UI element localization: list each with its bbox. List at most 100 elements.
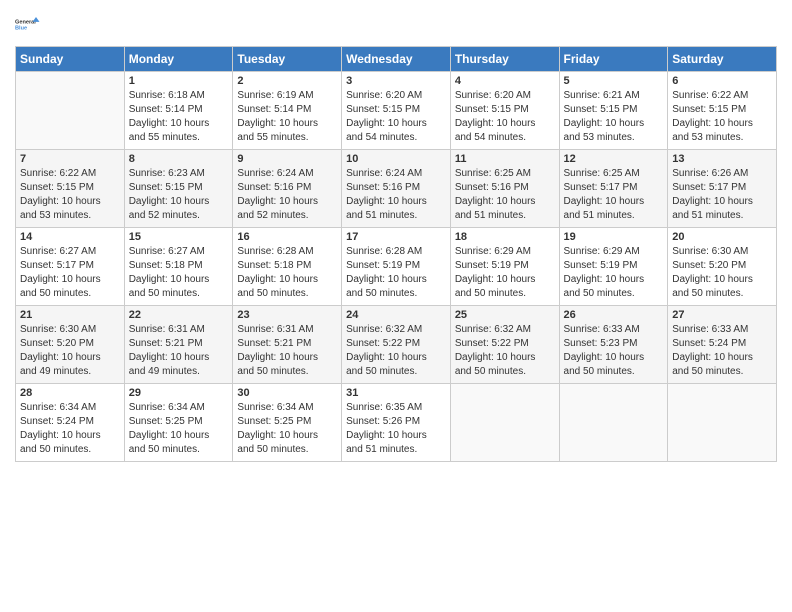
sunrise: Sunrise: 6:29 AM <box>564 246 640 257</box>
day-info: Sunrise: 6:25 AM Sunset: 5:16 PM Dayligh… <box>455 167 555 223</box>
day-number: 29 <box>129 387 229 399</box>
calendar-row: 7 Sunrise: 6:22 AM Sunset: 5:15 PM Dayli… <box>16 150 777 228</box>
day-number: 1 <box>129 75 229 87</box>
day-number: 25 <box>455 309 555 321</box>
day-info: Sunrise: 6:27 AM Sunset: 5:18 PM Dayligh… <box>129 245 229 301</box>
calendar-cell <box>16 72 125 150</box>
sunset: Sunset: 5:17 PM <box>672 182 746 193</box>
sunset: Sunset: 5:17 PM <box>564 182 638 193</box>
calendar-cell: 17 Sunrise: 6:28 AM Sunset: 5:19 PM Dayl… <box>342 228 451 306</box>
day-info: Sunrise: 6:22 AM Sunset: 5:15 PM Dayligh… <box>672 89 772 145</box>
daylight: Daylight: 10 hours and 52 minutes. <box>129 196 210 221</box>
calendar-page: GeneralBlue SundayMondayTuesdayWednesday… <box>0 0 792 612</box>
sunset: Sunset: 5:22 PM <box>455 338 529 349</box>
sunset: Sunset: 5:16 PM <box>237 182 311 193</box>
sunrise: Sunrise: 6:20 AM <box>455 90 531 101</box>
calendar-cell: 13 Sunrise: 6:26 AM Sunset: 5:17 PM Dayl… <box>668 150 777 228</box>
day-number: 8 <box>129 153 229 165</box>
daylight: Daylight: 10 hours and 50 minutes. <box>346 274 427 299</box>
daylight: Daylight: 10 hours and 54 minutes. <box>346 118 427 143</box>
day-info: Sunrise: 6:29 AM Sunset: 5:19 PM Dayligh… <box>455 245 555 301</box>
day-info: Sunrise: 6:20 AM Sunset: 5:15 PM Dayligh… <box>346 89 446 145</box>
day-info: Sunrise: 6:22 AM Sunset: 5:15 PM Dayligh… <box>20 167 120 223</box>
daylight: Daylight: 10 hours and 55 minutes. <box>237 118 318 143</box>
day-info: Sunrise: 6:23 AM Sunset: 5:15 PM Dayligh… <box>129 167 229 223</box>
calendar-cell: 8 Sunrise: 6:23 AM Sunset: 5:15 PM Dayli… <box>124 150 233 228</box>
calendar-cell: 20 Sunrise: 6:30 AM Sunset: 5:20 PM Dayl… <box>668 228 777 306</box>
day-number: 17 <box>346 231 446 243</box>
weekday-header: Sunday <box>16 47 125 72</box>
day-number: 21 <box>20 309 120 321</box>
sunset: Sunset: 5:18 PM <box>129 260 203 271</box>
header-row: SundayMondayTuesdayWednesdayThursdayFrid… <box>16 47 777 72</box>
sunset: Sunset: 5:16 PM <box>455 182 529 193</box>
daylight: Daylight: 10 hours and 51 minutes. <box>346 196 427 221</box>
calendar-cell: 5 Sunrise: 6:21 AM Sunset: 5:15 PM Dayli… <box>559 72 668 150</box>
day-info: Sunrise: 6:33 AM Sunset: 5:24 PM Dayligh… <box>672 323 772 379</box>
daylight: Daylight: 10 hours and 54 minutes. <box>455 118 536 143</box>
day-info: Sunrise: 6:30 AM Sunset: 5:20 PM Dayligh… <box>20 323 120 379</box>
day-info: Sunrise: 6:25 AM Sunset: 5:17 PM Dayligh… <box>564 167 664 223</box>
sunrise: Sunrise: 6:29 AM <box>455 246 531 257</box>
daylight: Daylight: 10 hours and 53 minutes. <box>564 118 645 143</box>
weekday-header: Monday <box>124 47 233 72</box>
calendar-cell: 14 Sunrise: 6:27 AM Sunset: 5:17 PM Dayl… <box>16 228 125 306</box>
calendar-cell: 24 Sunrise: 6:32 AM Sunset: 5:22 PM Dayl… <box>342 306 451 384</box>
calendar-table: SundayMondayTuesdayWednesdayThursdayFrid… <box>15 46 777 462</box>
day-number: 26 <box>564 309 664 321</box>
daylight: Daylight: 10 hours and 53 minutes. <box>20 196 101 221</box>
day-number: 12 <box>564 153 664 165</box>
daylight: Daylight: 10 hours and 55 minutes. <box>129 118 210 143</box>
sunset: Sunset: 5:21 PM <box>237 338 311 349</box>
weekday-header: Friday <box>559 47 668 72</box>
weekday-header: Thursday <box>450 47 559 72</box>
sunset: Sunset: 5:15 PM <box>129 182 203 193</box>
day-info: Sunrise: 6:20 AM Sunset: 5:15 PM Dayligh… <box>455 89 555 145</box>
sunrise: Sunrise: 6:34 AM <box>129 402 205 413</box>
sunset: Sunset: 5:21 PM <box>129 338 203 349</box>
calendar-cell: 25 Sunrise: 6:32 AM Sunset: 5:22 PM Dayl… <box>450 306 559 384</box>
calendar-cell: 22 Sunrise: 6:31 AM Sunset: 5:21 PM Dayl… <box>124 306 233 384</box>
sunrise: Sunrise: 6:19 AM <box>237 90 313 101</box>
sunrise: Sunrise: 6:35 AM <box>346 402 422 413</box>
weekday-header: Wednesday <box>342 47 451 72</box>
calendar-cell: 6 Sunrise: 6:22 AM Sunset: 5:15 PM Dayli… <box>668 72 777 150</box>
daylight: Daylight: 10 hours and 50 minutes. <box>129 430 210 455</box>
sunset: Sunset: 5:15 PM <box>346 104 420 115</box>
sunrise: Sunrise: 6:34 AM <box>237 402 313 413</box>
day-number: 6 <box>672 75 772 87</box>
calendar-cell: 9 Sunrise: 6:24 AM Sunset: 5:16 PM Dayli… <box>233 150 342 228</box>
daylight: Daylight: 10 hours and 50 minutes. <box>20 274 101 299</box>
calendar-cell <box>450 384 559 462</box>
logo: GeneralBlue <box>15 10 43 38</box>
calendar-row: 1 Sunrise: 6:18 AM Sunset: 5:14 PM Dayli… <box>16 72 777 150</box>
svg-text:General: General <box>15 19 36 25</box>
day-number: 7 <box>20 153 120 165</box>
calendar-cell <box>668 384 777 462</box>
daylight: Daylight: 10 hours and 51 minutes. <box>346 430 427 455</box>
calendar-cell: 16 Sunrise: 6:28 AM Sunset: 5:18 PM Dayl… <box>233 228 342 306</box>
sunrise: Sunrise: 6:30 AM <box>20 324 96 335</box>
calendar-cell: 1 Sunrise: 6:18 AM Sunset: 5:14 PM Dayli… <box>124 72 233 150</box>
daylight: Daylight: 10 hours and 50 minutes. <box>455 352 536 377</box>
day-info: Sunrise: 6:24 AM Sunset: 5:16 PM Dayligh… <box>237 167 337 223</box>
sunrise: Sunrise: 6:26 AM <box>672 168 748 179</box>
calendar-cell: 21 Sunrise: 6:30 AM Sunset: 5:20 PM Dayl… <box>16 306 125 384</box>
sunset: Sunset: 5:18 PM <box>237 260 311 271</box>
day-info: Sunrise: 6:34 AM Sunset: 5:25 PM Dayligh… <box>129 401 229 457</box>
day-number: 19 <box>564 231 664 243</box>
sunrise: Sunrise: 6:22 AM <box>672 90 748 101</box>
day-number: 11 <box>455 153 555 165</box>
daylight: Daylight: 10 hours and 50 minutes. <box>237 352 318 377</box>
day-number: 5 <box>564 75 664 87</box>
calendar-cell: 18 Sunrise: 6:29 AM Sunset: 5:19 PM Dayl… <box>450 228 559 306</box>
sunrise: Sunrise: 6:27 AM <box>20 246 96 257</box>
day-number: 31 <box>346 387 446 399</box>
day-info: Sunrise: 6:18 AM Sunset: 5:14 PM Dayligh… <box>129 89 229 145</box>
sunset: Sunset: 5:19 PM <box>455 260 529 271</box>
sunset: Sunset: 5:20 PM <box>20 338 94 349</box>
svg-text:Blue: Blue <box>15 26 27 32</box>
sunset: Sunset: 5:17 PM <box>20 260 94 271</box>
day-number: 2 <box>237 75 337 87</box>
calendar-cell: 23 Sunrise: 6:31 AM Sunset: 5:21 PM Dayl… <box>233 306 342 384</box>
